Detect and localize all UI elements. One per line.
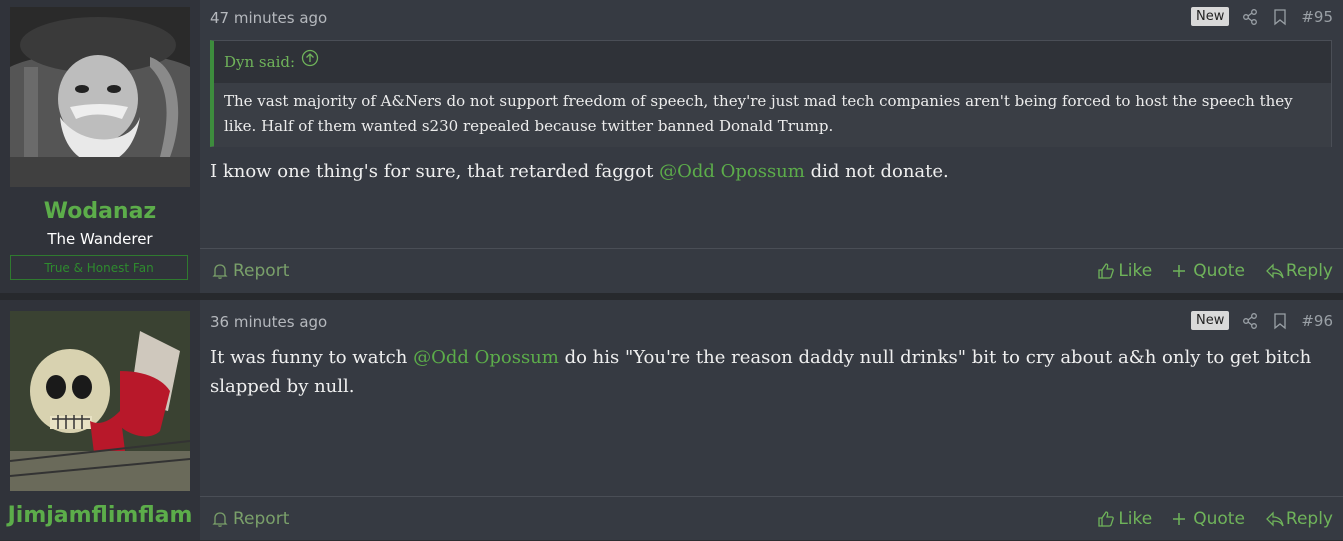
body-text: did not donate. <box>804 161 949 182</box>
post-96: Jimjamflimflam 36 minutes ago New #96 It… <box>0 300 1343 540</box>
new-badge: New <box>1190 7 1230 26</box>
quote-label: Quote <box>1193 261 1245 281</box>
like-button[interactable]: Like <box>1097 509 1152 529</box>
user-mention[interactable]: @Odd Opossum <box>413 347 559 368</box>
reply-button[interactable]: Reply <box>1265 509 1333 529</box>
avatar[interactable] <box>10 311 190 491</box>
quote-button[interactable]: Quote <box>1172 509 1245 529</box>
report-label: Report <box>233 509 290 529</box>
reply-button[interactable]: Reply <box>1265 261 1333 281</box>
bell-icon <box>212 510 230 528</box>
user-panel: Wodanaz The Wanderer True & Honest Fan <box>0 0 200 293</box>
quote-author[interactable]: Dyn said: <box>224 41 295 83</box>
new-badge: New <box>1190 311 1230 330</box>
user-mention[interactable]: @Odd Opossum <box>659 161 805 182</box>
post-main: 47 minutes ago New #95 Dyn said: The vas… <box>200 0 1343 293</box>
reply-icon <box>1265 510 1284 528</box>
reply-label: Reply <box>1285 509 1333 529</box>
reply-icon <box>1265 262 1284 280</box>
post-time[interactable]: 36 minutes ago <box>210 313 327 331</box>
body-text: I know one thing's for sure, that retard… <box>210 161 660 182</box>
post-number[interactable]: #96 <box>1301 312 1333 330</box>
quote-header[interactable]: Dyn said: <box>214 41 1331 83</box>
thumbs-up-icon <box>1097 510 1115 528</box>
post-main: 36 minutes ago New #96 It was funny to w… <box>200 300 1343 540</box>
quote-text: The vast majority of A&Ners do not suppo… <box>214 83 1331 147</box>
post-footer: Report Like Quote Reply <box>200 496 1343 541</box>
post-actions: Like Quote Reply <box>1097 509 1333 529</box>
post-body: I know one thing's for sure, that retard… <box>210 157 1333 186</box>
post-time[interactable]: 47 minutes ago <box>210 9 327 27</box>
post-actions: Like Quote Reply <box>1097 261 1333 281</box>
quote-button[interactable]: Quote <box>1172 261 1245 281</box>
post-meta: New #95 <box>1190 7 1333 26</box>
report-button[interactable]: Report <box>212 261 289 281</box>
quote-label: Quote <box>1193 509 1245 529</box>
post-separator <box>0 293 1343 300</box>
bell-icon <box>212 262 230 280</box>
body-text: It was funny to watch <box>210 347 414 368</box>
avatar[interactable] <box>10 7 190 187</box>
plus-icon <box>1172 262 1190 280</box>
post-meta: New #96 <box>1190 311 1333 330</box>
bookmark-icon[interactable] <box>1271 312 1289 330</box>
plus-icon <box>1172 510 1190 528</box>
user-banner: True & Honest Fan <box>10 255 188 280</box>
report-label: Report <box>233 261 290 281</box>
bookmark-icon[interactable] <box>1271 8 1289 26</box>
report-button[interactable]: Report <box>212 509 289 529</box>
post-body: It was funny to watch @Odd Opossum do hi… <box>210 343 1333 401</box>
like-button[interactable]: Like <box>1097 261 1152 281</box>
share-icon[interactable] <box>1241 8 1259 26</box>
post-footer: Report Like Quote Reply <box>200 248 1343 293</box>
user-panel: Jimjamflimflam <box>0 300 200 540</box>
username[interactable]: Wodanaz <box>0 199 200 224</box>
like-label: Like <box>1118 261 1153 281</box>
post-95: Wodanaz The Wanderer True & Honest Fan 4… <box>0 0 1343 293</box>
quote-block: Dyn said: The vast majority of A&Ners do… <box>210 40 1332 147</box>
user-title: The Wanderer <box>47 230 153 248</box>
arrow-up-circle-icon[interactable] <box>301 41 319 83</box>
like-label: Like <box>1118 509 1153 529</box>
reply-label: Reply <box>1285 261 1333 281</box>
thumbs-up-icon <box>1097 262 1115 280</box>
username[interactable]: Jimjamflimflam <box>0 503 200 528</box>
post-number[interactable]: #95 <box>1301 8 1333 26</box>
share-icon[interactable] <box>1241 312 1259 330</box>
